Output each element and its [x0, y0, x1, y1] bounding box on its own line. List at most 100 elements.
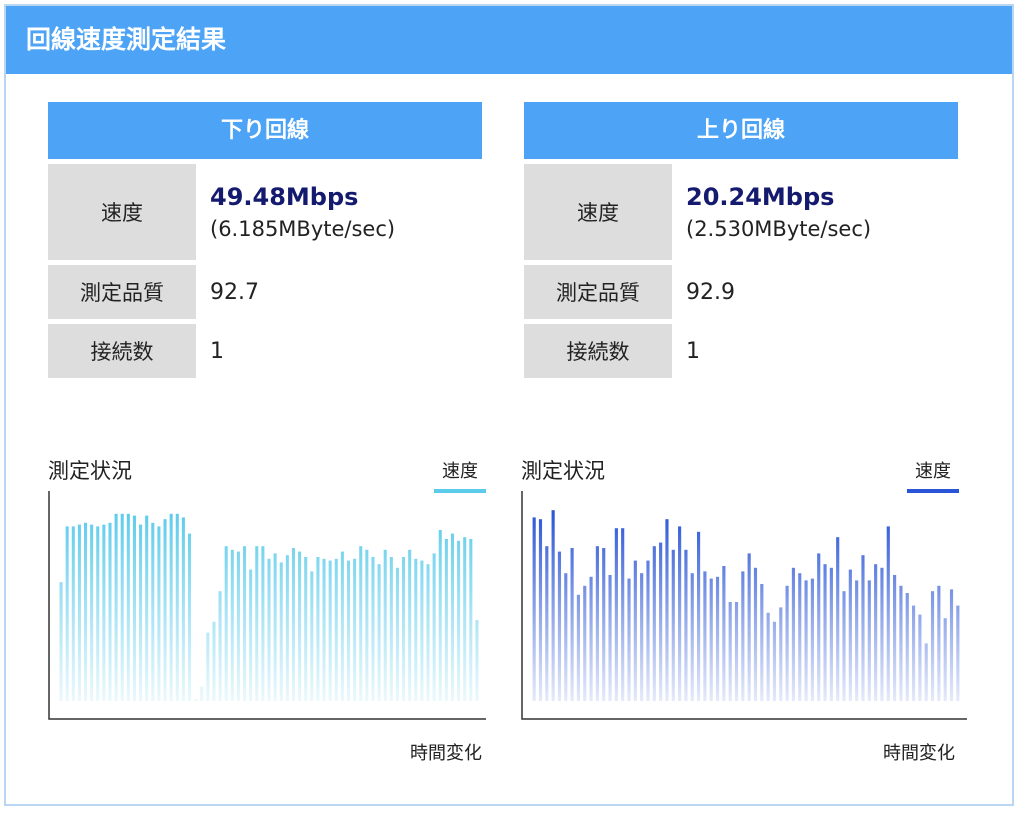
page-title: 回線速度測定結果	[6, 6, 1012, 74]
chart-bar	[564, 573, 568, 701]
chart-bar	[163, 519, 167, 701]
chart-bar	[126, 513, 130, 701]
chart-bar	[703, 571, 707, 701]
download-connections-row: 接続数 1	[48, 324, 482, 378]
chart-bar	[249, 569, 253, 701]
chart-bar	[621, 528, 625, 701]
chart-bar	[678, 526, 682, 701]
upload-connections-value: 1	[686, 338, 700, 364]
chart-bar	[918, 614, 922, 701]
chart-bar	[463, 537, 467, 701]
chart-bar	[389, 557, 393, 701]
chart-bar	[236, 551, 240, 701]
chart-bar	[353, 558, 357, 701]
chart-bar	[395, 567, 399, 701]
chart-bar	[218, 591, 222, 701]
upload-speed-value: 20.24Mbps (2.530MByte/sec)	[672, 164, 871, 260]
chart-bar	[766, 612, 770, 701]
download-quality-value: 92.7	[210, 279, 259, 305]
chart-bar	[867, 580, 871, 701]
chart-bar	[886, 526, 890, 701]
chart-bar	[722, 566, 726, 701]
chart-bar	[328, 560, 332, 701]
upload-quality-row: 測定品質 92.9	[524, 265, 958, 319]
download-speed-mbps: 49.48Mbps	[210, 183, 359, 211]
upload-quality-value: 92.9	[686, 279, 735, 305]
upload-speed-row: 速度 20.24Mbps (2.530MByte/sec)	[524, 164, 958, 260]
chart-bar	[760, 584, 764, 701]
chart-bar	[684, 549, 688, 701]
chart-bar	[855, 580, 859, 701]
chart-bar	[200, 686, 204, 701]
connections-label: 接続数	[48, 324, 196, 378]
chart-bar	[728, 602, 732, 701]
legend-label: 速度	[442, 461, 478, 482]
chart-bar	[538, 519, 543, 701]
chart-bar	[383, 549, 387, 701]
chart-bar	[83, 522, 88, 701]
chart-bar	[829, 567, 833, 701]
chart-bar	[291, 548, 295, 701]
chart-bar	[230, 549, 234, 701]
chart-bar	[59, 582, 63, 701]
chart-bar	[145, 515, 149, 701]
chart-bar	[426, 564, 430, 701]
chart-bar	[120, 513, 124, 701]
chart-bar	[715, 576, 720, 701]
chart-bar	[551, 510, 555, 701]
chart-bar	[359, 546, 363, 701]
chart-bar	[255, 546, 259, 701]
chart-bar	[557, 551, 562, 701]
upload-connections-row: 接続数 1	[524, 324, 958, 378]
x-axis-label: 時間変化	[410, 743, 482, 764]
chart-bar	[627, 578, 631, 701]
download-chart-plot	[48, 491, 486, 720]
chart-bar	[640, 573, 644, 701]
chart-bar	[346, 560, 351, 701]
chart-bar	[741, 571, 745, 701]
chart-title: 測定状況	[521, 459, 605, 483]
chart-bar	[779, 607, 783, 701]
chart-bar	[224, 546, 228, 701]
chart-legend: 速度	[434, 457, 486, 493]
chart-bar	[659, 542, 663, 701]
chart-bar	[924, 643, 928, 701]
chart-bar	[899, 585, 903, 701]
download-chart: 測定状況 速度 時間変化	[48, 455, 486, 765]
chart-bar	[194, 699, 198, 701]
chart-bar	[930, 591, 935, 701]
chart-bar	[157, 526, 161, 701]
chart-bar	[791, 567, 796, 701]
connections-label: 接続数	[524, 324, 672, 378]
chart-bar	[102, 524, 106, 701]
chart-bar	[334, 558, 338, 701]
download-block: 下り回線 速度 49.48Mbps (6.185MByte/sec) 測定品質 …	[48, 102, 482, 378]
download-speed-row: 速度 49.48Mbps (6.185MByte/sec)	[48, 164, 482, 260]
download-quality-row: 測定品質 92.7	[48, 265, 482, 319]
chart-bar	[608, 575, 612, 701]
chart-bar	[457, 540, 461, 701]
chart-bar	[772, 621, 777, 701]
chart-bar	[545, 546, 549, 701]
chart-bar	[861, 555, 865, 701]
chart-bar	[665, 519, 669, 701]
download-title: 下り回線	[48, 102, 482, 159]
upload-chart: 測定状況 速度 時間変化	[521, 455, 967, 765]
chart-bar	[243, 546, 247, 701]
speed-label: 速度	[524, 164, 672, 260]
chart-bar	[817, 553, 821, 701]
quality-label: 測定品質	[524, 265, 672, 319]
upload-speed-mbps: 20.24Mbps	[686, 183, 835, 211]
chart-bar	[905, 593, 909, 701]
chart-bar	[414, 558, 418, 701]
chart-bar	[589, 576, 593, 701]
chart-bar	[956, 605, 960, 701]
chart-bar	[753, 567, 758, 701]
upload-speed-mbyte: (2.530MByte/sec)	[686, 217, 872, 241]
chart-bar	[298, 551, 302, 701]
chart-bar	[671, 549, 675, 701]
chart-bar	[450, 533, 455, 701]
chart-bar	[785, 585, 789, 701]
chart-bar	[475, 620, 479, 701]
chart-bar	[108, 522, 112, 701]
